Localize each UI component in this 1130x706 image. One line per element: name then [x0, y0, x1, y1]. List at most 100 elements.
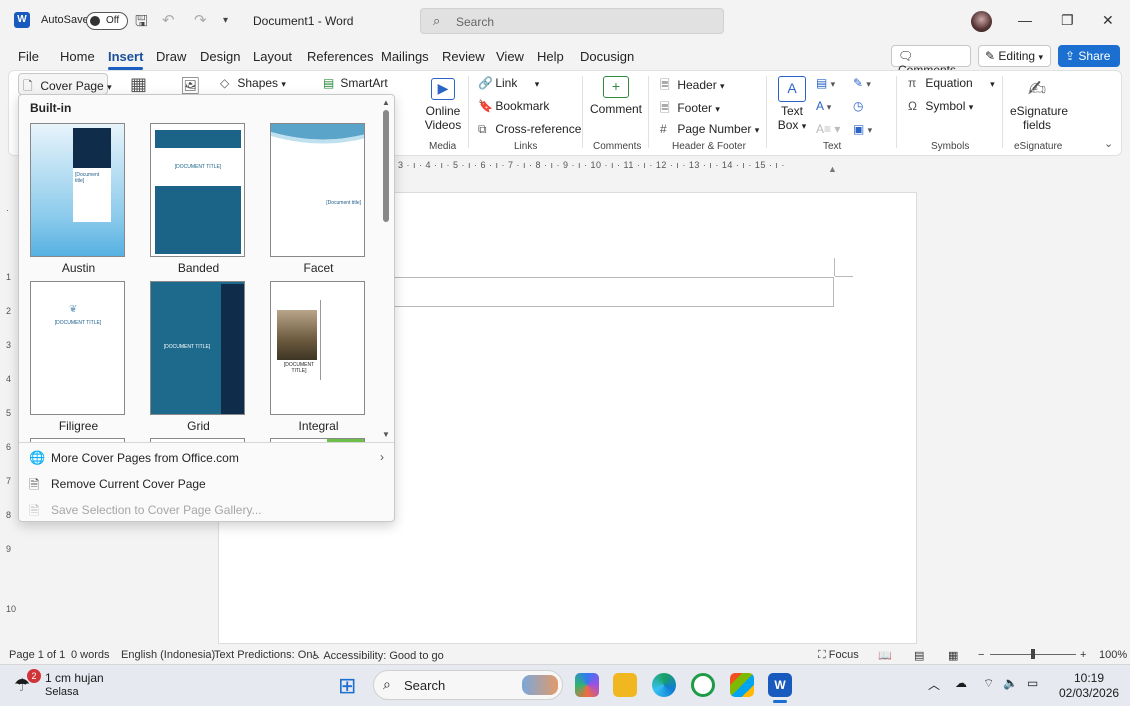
word-taskbar-icon[interactable]: W: [768, 673, 792, 697]
tab-view[interactable]: View: [496, 49, 524, 64]
read-mode-icon[interactable]: 📖: [878, 649, 892, 662]
volume-icon[interactable]: 🔈: [1003, 676, 1018, 690]
cover-thumb-facet[interactable]: [Document title]: [270, 123, 365, 257]
battery-icon[interactable]: ▭: [1027, 676, 1038, 690]
right-indent-marker[interactable]: ▲: [828, 164, 837, 174]
tab-references[interactable]: References: [307, 49, 373, 64]
signature-line-icon[interactable]: ✎ ▾: [853, 76, 871, 90]
comments-button[interactable]: 🗨 Comments: [891, 45, 971, 77]
customize-qat-icon[interactable]: ▾: [223, 15, 228, 26]
taskbar-search[interactable]: ⌕ Search: [373, 670, 563, 700]
microsoft-store-icon[interactable]: [730, 673, 754, 697]
chevron-down-icon: ▾: [715, 104, 720, 114]
web-layout-icon[interactable]: ▦: [948, 649, 958, 662]
wordart-icon[interactable]: A ▾: [816, 99, 831, 113]
shapes-button[interactable]: ◇ Shapes ▾: [220, 76, 286, 90]
cover-thumb-filigree[interactable]: ❦ [DOCUMENT TITLE]: [30, 281, 125, 415]
remove-cover-icon: 🗎: [29, 477, 40, 492]
cover-thumb-grid[interactable]: [DOCUMENT TITLE]: [150, 281, 245, 415]
new-comment-button[interactable]: + Comment: [590, 76, 642, 116]
cross-reference-button[interactable]: ⧉ Cross-reference: [478, 122, 581, 137]
smartart-button[interactable]: ▤ SmartArt: [323, 76, 388, 90]
editing-button[interactable]: ✎ Editing ▾: [978, 45, 1051, 67]
header-region[interactable]: [395, 277, 834, 307]
tab-docusign[interactable]: Docusign: [580, 49, 634, 64]
tab-draw[interactable]: Draw: [156, 49, 186, 64]
save-icon[interactable]: 🖫: [135, 11, 148, 36]
tab-insert[interactable]: Insert: [108, 49, 144, 70]
autosave-toggle[interactable]: Off: [86, 12, 128, 30]
date-time-icon[interactable]: ◷: [853, 99, 863, 113]
tab-review[interactable]: Review: [442, 49, 485, 64]
page-count[interactable]: Page 1 of 1: [9, 649, 65, 661]
tab-help[interactable]: Help: [537, 49, 564, 64]
restore-icon[interactable]: ❐: [1061, 12, 1074, 29]
scroll-thumb[interactable]: [383, 110, 389, 222]
search-input[interactable]: ⌕ Search: [420, 8, 724, 34]
collapse-ribbon-icon[interactable]: ⌄: [1104, 137, 1113, 150]
print-layout-icon[interactable]: ▤: [914, 649, 924, 662]
more-cover-pages-item[interactable]: More Cover Pages from Office.com: [51, 451, 239, 465]
minimize-icon[interactable]: —: [1018, 12, 1032, 28]
accessibility-status[interactable]: ♿ Accessibility: Good to go: [311, 649, 444, 662]
cover-thumb-austin[interactable]: [Document title]: [30, 123, 125, 257]
clock-time[interactable]: 10:19: [1074, 671, 1104, 685]
drop-cap-icon[interactable]: A≡ ▾: [816, 122, 840, 136]
tab-mailings[interactable]: Mailings: [381, 49, 429, 64]
online-videos-button[interactable]: ▶ Online Videos: [420, 78, 466, 132]
language-status[interactable]: English (Indonesia): [121, 649, 215, 661]
focus-button[interactable]: ⛶ Focus: [818, 649, 859, 662]
edge-icon[interactable]: [652, 673, 676, 697]
remove-cover-page-item[interactable]: Remove Current Cover Page: [51, 477, 206, 491]
tab-layout[interactable]: Layout: [253, 49, 292, 64]
start-windows-icon[interactable]: ⊞: [338, 673, 356, 699]
cover-thumb-banded[interactable]: [DOCUMENT TITLE]: [150, 123, 245, 257]
tab-design[interactable]: Design: [200, 49, 240, 64]
share-button[interactable]: ⇪ Share ▾: [1058, 45, 1120, 76]
link-button[interactable]: 🔗 Link ▾: [478, 76, 539, 90]
group-comments: Comments: [593, 141, 642, 152]
ribbon-separator: [582, 76, 583, 148]
wifi-icon[interactable]: ⌔: [983, 676, 994, 691]
zoom-slider-thumb[interactable]: [1031, 649, 1035, 659]
scroll-up-icon[interactable]: ▲: [382, 98, 390, 107]
equation-button[interactable]: π Equation ▾: [908, 76, 995, 90]
table-icon[interactable]: ▦: [130, 74, 147, 95]
redo-icon[interactable]: ↷: [194, 11, 207, 29]
scroll-down-icon[interactable]: ▼: [382, 430, 390, 439]
text-predictions-status[interactable]: Text Predictions: On: [214, 649, 312, 661]
tab-home[interactable]: Home: [60, 49, 95, 64]
avatar[interactable]: [971, 11, 992, 32]
gallery-divider: [19, 442, 394, 443]
clock-date[interactable]: 02/03/2026: [1059, 686, 1119, 700]
close-icon[interactable]: ✕: [1102, 12, 1114, 29]
weather-text[interactable]: 1 cm hujan: [45, 671, 104, 685]
whatsapp-icon[interactable]: [691, 673, 715, 697]
online-videos-label-1: Online: [425, 104, 461, 118]
undo-icon[interactable]: ↶: [162, 11, 175, 29]
word-count[interactable]: 0 words: [71, 649, 110, 661]
copilot-icon[interactable]: [575, 673, 599, 697]
pictures-icon[interactable]: 🖼: [180, 76, 200, 96]
file-explorer-icon[interactable]: [613, 673, 637, 697]
esignature-fields-button[interactable]: ✍ eSignature fields: [1010, 76, 1068, 132]
page-number-button[interactable]: # Page Number ▾: [660, 122, 759, 136]
onedrive-icon[interactable]: ☁: [955, 676, 967, 690]
zoom-out-icon[interactable]: −: [978, 649, 984, 661]
equation-label: Equation: [925, 76, 973, 90]
quick-parts-icon[interactable]: ▤ ▾: [816, 76, 835, 90]
cover-page-button[interactable]: 🗋 Cover Page ▾: [18, 73, 112, 95]
symbol-button[interactable]: Ω Symbol ▾: [908, 99, 973, 113]
footer-button[interactable]: 🗏 Footer ▾: [660, 99, 720, 120]
text-box-button[interactable]: A Text Box ▾: [776, 76, 808, 132]
tab-file[interactable]: File: [18, 49, 39, 64]
tray-chevron-icon[interactable]: ︿: [928, 676, 940, 693]
object-icon[interactable]: ▣ ▾: [853, 122, 872, 136]
zoom-in-icon[interactable]: +: [1080, 649, 1086, 661]
bookmark-button[interactable]: 🔖 Bookmark: [478, 99, 549, 113]
header-button[interactable]: 🗏 Header ▾: [660, 76, 725, 97]
bookmark-icon: 🔖: [478, 99, 493, 113]
cover-thumb-integral[interactable]: [DOCUMENT TITLE]: [270, 281, 365, 415]
zoom-level[interactable]: 100%: [1099, 649, 1127, 661]
thumb-title: [DOCUMENT TITLE]: [283, 362, 315, 374]
